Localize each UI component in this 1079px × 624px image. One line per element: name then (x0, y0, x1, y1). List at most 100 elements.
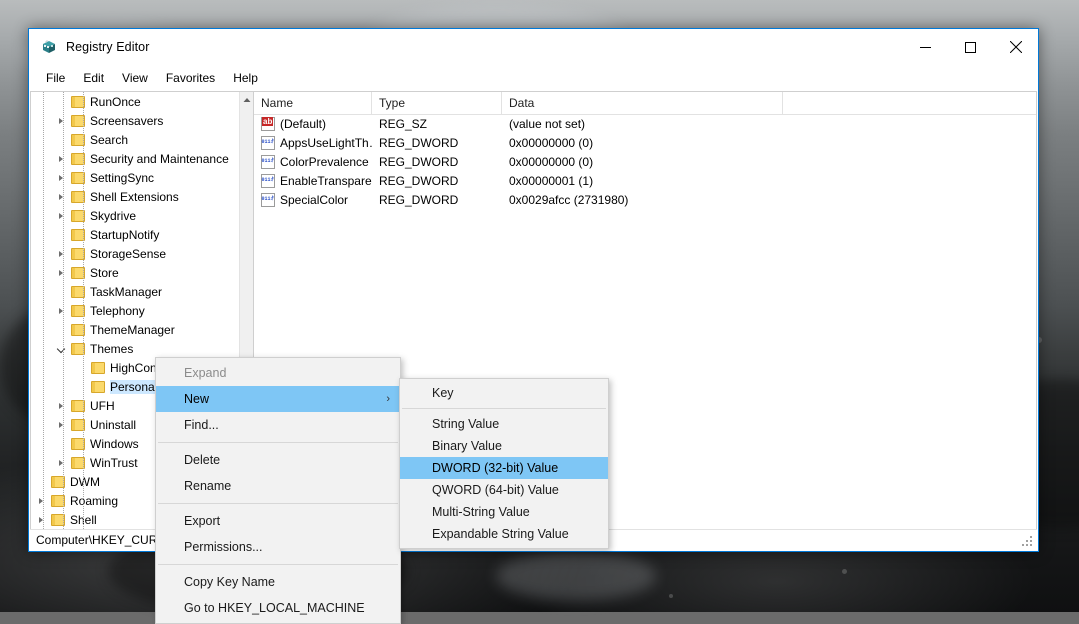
tree-context-menu[interactable]: ExpandNew›Find...DeleteRenameExportPermi… (155, 357, 401, 624)
tree-item-label: Uninstall (90, 418, 142, 432)
submenu-item-qword-64-bit-value[interactable]: QWORD (64-bit) Value (400, 479, 608, 501)
menu-favorites[interactable]: Favorites (157, 68, 224, 88)
tree-item-label: UFH (90, 399, 121, 413)
context-menu-item-find[interactable]: Find... (156, 412, 400, 438)
chevron-right-icon[interactable] (51, 149, 71, 168)
submenu-item-dword-32-bit-value[interactable]: DWORD (32-bit) Value (400, 457, 608, 479)
menu-view[interactable]: View (113, 68, 157, 88)
value-name-cell: SpecialColor (254, 193, 372, 207)
tree-line (71, 358, 91, 377)
value-row[interactable]: SpecialColorREG_DWORD0x0029afcc (2731980… (254, 190, 1036, 209)
chevron-right-icon[interactable] (31, 510, 51, 529)
value-type: REG_DWORD (372, 136, 502, 150)
value-name: SpecialColor (280, 193, 348, 207)
tree-line (71, 377, 91, 396)
context-menu-item-copy-key-name[interactable]: Copy Key Name (156, 569, 400, 595)
tree-item-label: Shell Extensions (90, 190, 185, 204)
value-row[interactable]: (Default) REG_SZ(value not set) (254, 114, 1036, 133)
caption-button-group (903, 29, 1038, 65)
menu-separator (158, 442, 398, 443)
tree-item-label: Screensavers (90, 114, 169, 128)
chevron-right-icon[interactable] (31, 491, 51, 510)
menu-item-label: Copy Key Name (184, 575, 275, 589)
menu-item-label: Delete (184, 453, 220, 467)
value-name: AppsUseLightTh… (280, 136, 372, 150)
string-value-icon (261, 117, 275, 131)
value-data: 0x00000000 (0) (502, 136, 783, 150)
column-header-type[interactable]: Type (372, 92, 502, 114)
menu-edit[interactable]: Edit (74, 68, 113, 88)
context-menu-item-new[interactable]: New› (156, 386, 400, 412)
value-data: (value not set) (502, 117, 783, 131)
status-path: Computer\HKEY_CURR (30, 533, 166, 547)
tree-item-label: Telephony (90, 304, 151, 318)
context-menu-item-go-to-hkey-local-machine[interactable]: Go to HKEY_LOCAL_MACHINE (156, 595, 400, 621)
chevron-right-icon[interactable] (51, 111, 71, 130)
tree-item-label: WinTrust (90, 456, 144, 470)
column-header-data[interactable]: Data (502, 92, 783, 114)
chevron-right-icon[interactable] (51, 168, 71, 187)
submenu-item-binary-value[interactable]: Binary Value (400, 435, 608, 457)
resize-grip[interactable] (1021, 535, 1034, 548)
tree-line (51, 225, 71, 244)
minimize-button[interactable] (903, 29, 948, 65)
tree-line (51, 320, 71, 339)
folder-icon (91, 381, 105, 393)
tree-item-label: Windows (90, 437, 145, 451)
submenu-item-expandable-string-value[interactable]: Expandable String Value (400, 523, 608, 545)
submenu-item-multi-string-value[interactable]: Multi-String Value (400, 501, 608, 523)
value-row[interactable]: AppsUseLightTh…REG_DWORD0x00000000 (0) (254, 133, 1036, 152)
chevron-down-icon[interactable] (51, 339, 71, 358)
values-list: (Default) REG_SZ(value not set) AppsUseLig… (254, 114, 1036, 209)
context-menu-item-export[interactable]: Export (156, 508, 400, 534)
chevron-right-icon[interactable] (51, 396, 71, 415)
submenu-item-label: DWORD (32-bit) Value (432, 461, 558, 475)
submenu-item-string-value[interactable]: String Value (400, 413, 608, 435)
tree-guide-line (83, 92, 84, 531)
chevron-right-icon[interactable] (51, 244, 71, 263)
value-name: EnableTranspare… (280, 174, 372, 188)
submenu-item-label: Binary Value (432, 439, 502, 453)
chevron-right-icon[interactable] (51, 301, 71, 320)
title-bar[interactable]: Registry Editor (29, 29, 1038, 65)
menu-file[interactable]: File (37, 68, 74, 88)
context-menu-item-delete[interactable]: Delete (156, 447, 400, 473)
tree-item-label: Security and Maintenance (90, 152, 235, 166)
value-row[interactable]: ColorPrevalenceREG_DWORD0x00000000 (0) (254, 152, 1036, 171)
chevron-right-icon[interactable] (51, 206, 71, 225)
tree-item-label: TaskManager (90, 285, 168, 299)
scroll-up-arrow[interactable] (240, 92, 253, 107)
close-button[interactable] (993, 29, 1038, 65)
chevron-right-icon[interactable] (51, 453, 71, 472)
dword-value-icon (261, 136, 275, 150)
submenu-item-key[interactable]: Key (400, 382, 608, 404)
dword-value-icon (261, 193, 275, 207)
menu-help[interactable]: Help (224, 68, 267, 88)
column-header-name[interactable]: Name (254, 92, 372, 114)
menu-item-label: Export (184, 514, 220, 528)
value-name-cell: ColorPrevalence (254, 155, 372, 169)
chevron-right-icon[interactable] (51, 415, 71, 434)
submenu-item-label: QWORD (64-bit) Value (432, 483, 559, 497)
menu-item-label: Rename (184, 479, 231, 493)
menu-bar: File Edit View Favorites Help (29, 65, 1038, 90)
value-row[interactable]: EnableTranspare…REG_DWORD0x00000001 (1) (254, 171, 1036, 190)
context-menu-item-permissions[interactable]: Permissions... (156, 534, 400, 560)
value-data: 0x00000000 (0) (502, 155, 783, 169)
maximize-button[interactable] (948, 29, 993, 65)
value-type: REG_SZ (372, 117, 502, 131)
menu-item-label: New (184, 392, 209, 406)
value-name: (Default) (280, 117, 326, 131)
new-submenu[interactable]: Key String Value Binary Value DWORD (32-bit… (399, 378, 609, 549)
tree-line (51, 92, 71, 111)
context-menu-item-rename[interactable]: Rename (156, 473, 400, 499)
tree-item-label: Roaming (70, 494, 124, 508)
dword-value-icon (261, 174, 275, 188)
value-type: REG_DWORD (372, 174, 502, 188)
chevron-right-icon[interactable] (51, 187, 71, 206)
tree-line (51, 130, 71, 149)
menu-separator (158, 503, 398, 504)
chevron-right-icon[interactable] (51, 263, 71, 282)
tree-item-label: Skydrive (90, 209, 142, 223)
menu-item-label: Permissions... (184, 540, 263, 554)
